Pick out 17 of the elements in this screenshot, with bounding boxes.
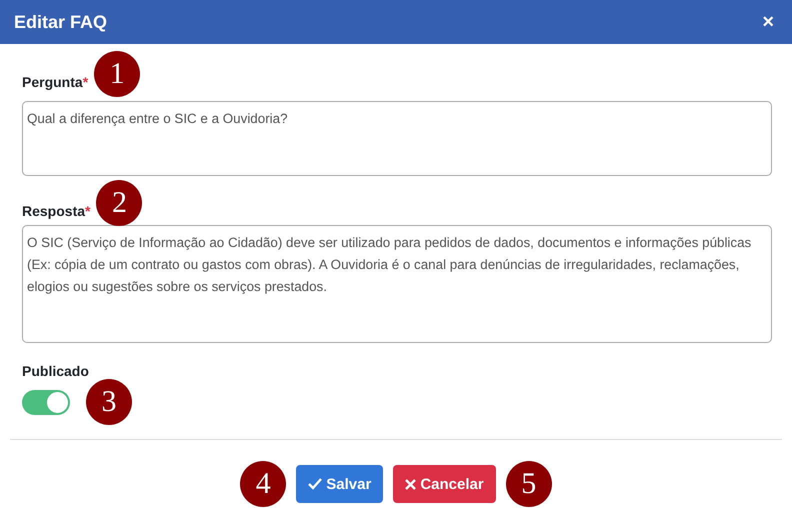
dialog-title: Editar FAQ (14, 12, 108, 32)
callout-badge: 2 (96, 180, 142, 226)
callout-badge: 3 (86, 379, 132, 425)
check-icon (308, 478, 322, 490)
toggle-switch[interactable] (22, 390, 70, 414)
cancel-button[interactable]: Cancelar (393, 465, 496, 503)
callout-badge: 5 (506, 461, 552, 507)
callout-badge: 1 (94, 51, 140, 97)
close-button[interactable]: × (758, 10, 778, 34)
save-button[interactable]: Salvar (296, 465, 384, 503)
callout-badge: 4 (240, 461, 286, 507)
field-label: Resposta* (22, 203, 90, 219)
field-label: Pergunta* (22, 74, 88, 90)
toggle-label: Publicado (22, 363, 90, 379)
text-area[interactable]: O SIC (Serviço de Informação ao Cidadão) deve ser utilizado para pedidos de dados, documentos e informações públicas (Ex: cópia de um contrato ou gastos com obras). A Ouvidoria é o canal para denúncias de irregularidades, reclamações, elogios ou sugestões sobre os serviços prestados. (22, 225, 772, 343)
text-area[interactable]: Qual a diferença entre o SIC e a Ouvidoria? (22, 101, 772, 176)
close-icon (405, 478, 416, 490)
